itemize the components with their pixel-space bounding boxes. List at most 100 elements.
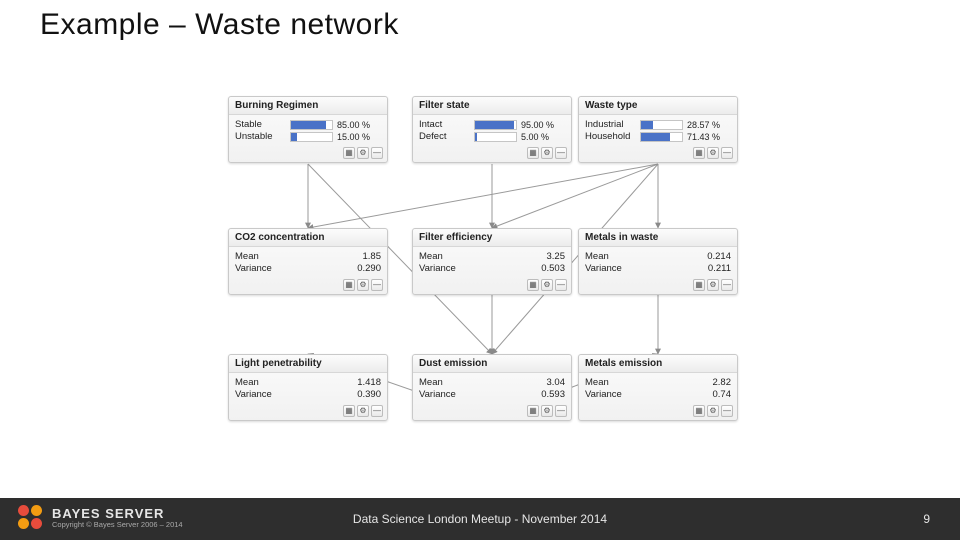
footer-text: Data Science London Meetup - November 20… — [353, 512, 607, 526]
node-filterstate[interactable]: Filter state Intact95.00 %Defect5.00 % ▦⚙— — [412, 96, 572, 163]
grid-icon[interactable]: ▦ — [693, 147, 705, 159]
gear-icon[interactable]: ⚙ — [357, 147, 369, 159]
stat-row: Variance0.390 — [235, 389, 381, 400]
stat-value: 1.418 — [290, 377, 381, 388]
min-icon[interactable]: — — [371, 147, 383, 159]
node-title: Filter efficiency — [413, 229, 571, 247]
node-co2[interactable]: CO2 concentrationMean1.85Variance0.290▦⚙… — [228, 228, 388, 295]
stat-value: 0.503 — [474, 263, 565, 274]
node-footer: ▦⚙— — [413, 403, 571, 420]
node-body: Mean1.418Variance0.390 — [229, 373, 387, 403]
footer-bar: BAYES SERVER Copyright © Bayes Server 20… — [0, 498, 960, 540]
node-wastetype[interactable]: Waste type Industrial28.57 %Household 71.4… — [578, 96, 738, 163]
stat-row: Variance0.593 — [419, 389, 565, 400]
node-body: Mean1.85Variance0.290 — [229, 247, 387, 277]
stat-row: Mean3.04 — [419, 377, 565, 388]
brand-name: BAYES SERVER — [52, 507, 183, 521]
grid-icon[interactable]: ▦ — [527, 405, 539, 417]
node-body: Mean2.82Variance0.74 — [579, 373, 737, 403]
stat-label: Variance — [235, 263, 290, 274]
node-title: Dust emission — [413, 355, 571, 373]
min-icon[interactable]: — — [721, 147, 733, 159]
stat-label: Mean — [419, 377, 474, 388]
node-body: Mean3.04Variance0.593 — [413, 373, 571, 403]
state-row: Stable85.00 % — [235, 119, 381, 130]
state-label: Household — [585, 131, 640, 142]
gear-icon[interactable]: ⚙ — [541, 147, 553, 159]
stat-label: Mean — [235, 251, 290, 262]
min-icon[interactable]: — — [721, 279, 733, 291]
state-label: Stable — [235, 119, 290, 130]
min-icon[interactable]: — — [555, 405, 567, 417]
min-icon[interactable]: — — [721, 405, 733, 417]
edge-wastetype-filtereff — [492, 164, 658, 228]
state-pct: 71.43 % — [687, 132, 731, 142]
node-title: Waste type — [579, 97, 737, 115]
node-body: Mean3.25Variance0.503 — [413, 247, 571, 277]
gear-icon[interactable]: ⚙ — [707, 279, 719, 291]
gear-icon[interactable]: ⚙ — [707, 405, 719, 417]
node-footer: ▦⚙— — [229, 145, 387, 162]
state-label: Intact — [419, 119, 474, 130]
stat-row: Mean1.418 — [235, 377, 381, 388]
node-dust[interactable]: Dust emissionMean3.04Variance0.593▦⚙— — [412, 354, 572, 421]
node-footer: ▦⚙— — [229, 277, 387, 294]
stat-value: 3.25 — [474, 251, 565, 262]
gear-icon[interactable]: ⚙ — [357, 279, 369, 291]
state-pct: 28.57 % — [687, 120, 731, 130]
state-row: Intact95.00 % — [419, 119, 565, 130]
grid-icon[interactable]: ▦ — [527, 147, 539, 159]
grid-icon[interactable]: ▦ — [693, 279, 705, 291]
stat-label: Variance — [419, 263, 474, 274]
node-footer: ▦⚙— — [579, 145, 737, 162]
state-label: Unstable — [235, 131, 290, 142]
stat-label: Variance — [419, 389, 474, 400]
stat-row: Mean3.25 — [419, 251, 565, 262]
grid-icon[interactable]: ▦ — [693, 405, 705, 417]
grid-icon[interactable]: ▦ — [527, 279, 539, 291]
state-bar — [640, 132, 683, 142]
state-pct: 15.00 % — [337, 132, 381, 142]
grid-icon[interactable]: ▦ — [343, 405, 355, 417]
state-label: Defect — [419, 131, 474, 142]
stat-value: 0.74 — [640, 389, 731, 400]
page-number: 9 — [923, 512, 930, 526]
state-row: Industrial28.57 % — [585, 119, 731, 130]
stat-row: Mean0.214 — [585, 251, 731, 262]
node-metalsw[interactable]: Metals in wasteMean0.214Variance0.211▦⚙— — [578, 228, 738, 295]
node-title: CO2 concentration — [229, 229, 387, 247]
gear-icon[interactable]: ⚙ — [541, 405, 553, 417]
grid-icon[interactable]: ▦ — [343, 279, 355, 291]
stat-label: Mean — [585, 251, 640, 262]
node-title: Filter state — [413, 97, 571, 115]
network-canvas: Burning RegimenStable85.00 %Unstable15.0… — [0, 0, 960, 540]
state-row: Defect5.00 % — [419, 131, 565, 142]
node-footer: ▦⚙— — [579, 277, 737, 294]
brand-logo: BAYES SERVER Copyright © Bayes Server 20… — [18, 505, 183, 531]
state-bar — [474, 132, 517, 142]
min-icon[interactable]: — — [371, 405, 383, 417]
min-icon[interactable]: — — [555, 279, 567, 291]
gear-icon[interactable]: ⚙ — [541, 279, 553, 291]
gear-icon[interactable]: ⚙ — [707, 147, 719, 159]
stat-row: Mean2.82 — [585, 377, 731, 388]
node-body: Stable85.00 %Unstable 15.00 % — [229, 115, 387, 145]
node-title: Metals in waste — [579, 229, 737, 247]
node-title: Metals emission — [579, 355, 737, 373]
stat-value: 2.82 — [640, 377, 731, 388]
min-icon[interactable]: — — [371, 279, 383, 291]
brand-copyright: Copyright © Bayes Server 2006 – 2014 — [52, 521, 183, 529]
state-row: Unstable 15.00 % — [235, 131, 381, 142]
node-title: Light penetrability — [229, 355, 387, 373]
grid-icon[interactable]: ▦ — [343, 147, 355, 159]
gear-icon[interactable]: ⚙ — [357, 405, 369, 417]
state-bar — [290, 132, 333, 142]
node-burning[interactable]: Burning RegimenStable85.00 %Unstable15.0… — [228, 96, 388, 163]
min-icon[interactable]: — — [555, 147, 567, 159]
node-light[interactable]: Light penetrabilityMean1.418Variance0.39… — [228, 354, 388, 421]
node-metalse[interactable]: Metals emissionMean2.82Variance0.74▦⚙— — [578, 354, 738, 421]
stat-row: Mean1.85 — [235, 251, 381, 262]
stat-value: 1.85 — [290, 251, 381, 262]
node-footer: ▦⚙— — [579, 403, 737, 420]
node-filtereff[interactable]: Filter efficiencyMean3.25Variance0.503▦⚙… — [412, 228, 572, 295]
